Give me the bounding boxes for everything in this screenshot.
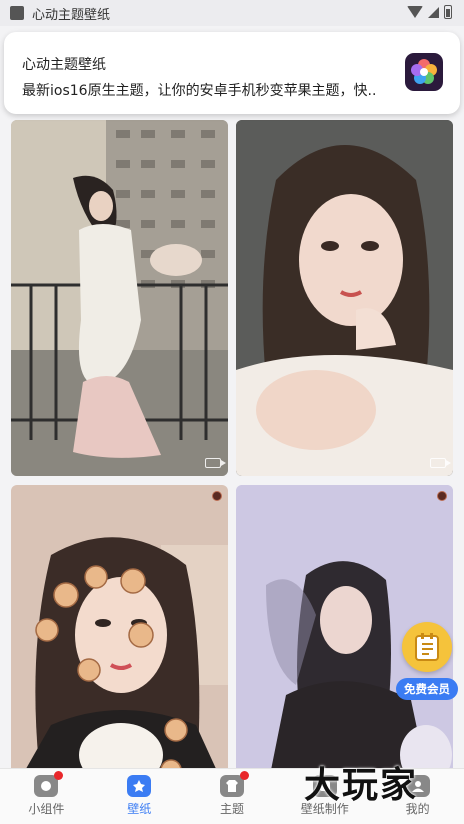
wallpaper-thumbnail — [11, 120, 228, 476]
watermark-text: 大玩家 — [304, 764, 419, 806]
flower-logo-icon — [411, 59, 437, 84]
app-logo-icon — [405, 53, 443, 91]
wallpaper-card-2[interactable] — [236, 120, 453, 476]
nav-item-theme[interactable]: 主题 — [186, 769, 279, 824]
widget-icon — [34, 771, 64, 797]
nav-label: 小组件 — [28, 802, 65, 816]
status-bar-app-name: 心动主题壁纸 — [32, 7, 111, 23]
free-vip-label: 免费会员 — [396, 678, 458, 700]
wallpaper-icon — [127, 775, 152, 797]
push-notification[interactable]: 心动主题壁纸 最新ios16原生主题，让你的安卓手机秒变苹果主题，快.. — [4, 32, 460, 114]
nav-item-widgets[interactable]: 小组件 — [0, 769, 93, 824]
app-notification-icon — [10, 6, 24, 20]
video-icon — [430, 458, 451, 468]
theme-shirt-icon — [219, 771, 249, 797]
signal-icon — [428, 6, 439, 18]
notification-dot — [239, 771, 249, 780]
app-screen: 心动主题壁纸 心动主题壁纸 最新ios16原生主题，让你的安卓手机秒变苹果主题，… — [0, 0, 464, 824]
wifi-icon — [407, 6, 423, 18]
notification-title: 心动主题壁纸 — [22, 57, 106, 73]
video-icon — [205, 458, 226, 468]
free-vip-float-button[interactable]: 免费会员 — [396, 622, 458, 704]
notification-dot — [54, 771, 64, 780]
wallpaper-thumbnail — [11, 485, 228, 768]
notepad-icon — [402, 622, 452, 672]
status-bar: 心动主题壁纸 — [0, 0, 464, 26]
status-icons — [407, 5, 452, 19]
notification-body: 最新ios16原生主题，让你的安卓手机秒变苹果主题，快.. — [22, 83, 377, 99]
wallpaper-card-1[interactable] — [11, 120, 228, 476]
battery-icon — [444, 5, 452, 19]
nav-label: 壁纸 — [127, 802, 152, 816]
wallpaper-feed[interactable] — [0, 26, 464, 768]
nav-label: 主题 — [219, 802, 244, 816]
nav-item-wallpaper[interactable]: 壁纸 — [93, 769, 186, 824]
wallpaper-card-3[interactable] — [11, 485, 228, 768]
bear-badge-icon — [437, 491, 447, 501]
bear-badge-icon — [212, 491, 222, 501]
wallpaper-thumbnail — [236, 120, 453, 476]
